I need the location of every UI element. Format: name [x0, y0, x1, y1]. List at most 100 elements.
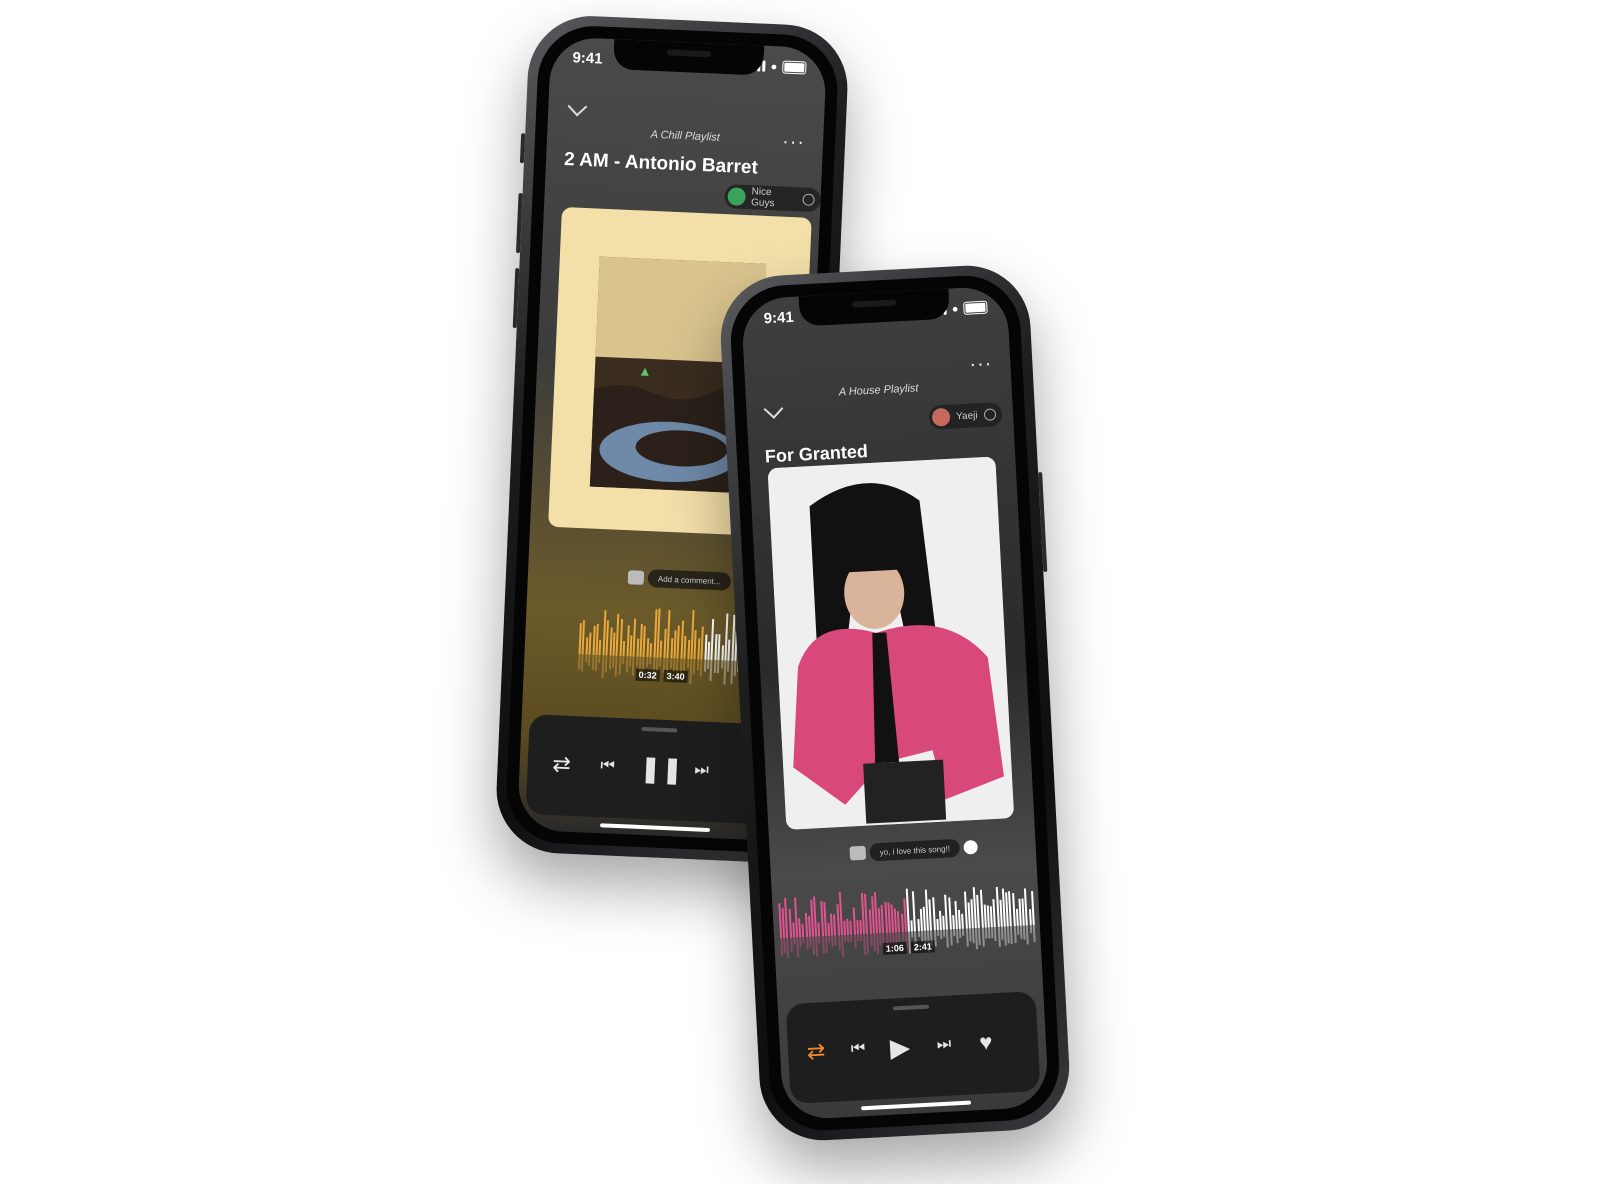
avatar [727, 187, 746, 206]
waveform-reflection [611, 655, 615, 668]
waveform-reflection [939, 929, 943, 940]
waveform-reflection [686, 658, 689, 669]
listener-chip[interactable]: Nice Guys [724, 184, 822, 213]
waveform-reflection [723, 660, 727, 685]
next-icon[interactable]: ⏭ [687, 759, 716, 782]
waveform[interactable] [778, 881, 1036, 959]
playlist-name: A House Playlist [838, 382, 919, 399]
waveform-reflection [1016, 925, 1020, 935]
waveform-reflection [991, 927, 994, 938]
time-display: 0:32 3:40 [635, 668, 688, 683]
waveform-reflection [706, 659, 710, 669]
comment-icon [627, 570, 645, 585]
waveform-reflection [805, 936, 809, 950]
waveform-bar [849, 920, 853, 935]
waveform-reflection [577, 654, 581, 670]
pause-icon[interactable]: ❚❚ [639, 753, 684, 785]
waveform-reflection [635, 656, 639, 666]
playlist-name: A Chill Playlist [650, 128, 721, 144]
elapsed-time: 1:06 [882, 941, 908, 955]
waveform-bar [636, 638, 639, 657]
previous-icon[interactable]: ⏮ [593, 755, 622, 778]
waveform-reflection [860, 934, 863, 942]
waveform-reflection [584, 654, 588, 663]
waveform-bar [947, 897, 952, 930]
waveform-reflection [879, 933, 882, 946]
comment-row[interactable]: yo, i love this song!! [849, 838, 979, 863]
waveform-reflection [604, 655, 608, 673]
song-title: 2 AM - Antonio Barret [563, 149, 759, 179]
comment-row[interactable]: Add a comment... [627, 568, 731, 591]
comment-icon [849, 845, 867, 861]
waveform-reflection [622, 656, 625, 664]
waveform-reflection [631, 656, 635, 676]
waveform-reflection [799, 937, 802, 947]
waveform-reflection [601, 655, 605, 678]
waveform-reflection [588, 654, 591, 666]
waveform-reflection [911, 931, 914, 938]
power-button [1038, 471, 1048, 573]
status-time: 9:41 [572, 49, 603, 68]
status-time: 9:41 [763, 308, 795, 328]
waveform-reflection [808, 936, 812, 948]
listener-chip[interactable]: Yaeji [928, 402, 1003, 430]
waveform-reflection [984, 927, 988, 939]
previous-icon[interactable]: ⏮ [844, 1038, 873, 1061]
shuffle-icon[interactable]: ⇄ [802, 1038, 831, 1064]
waveform-bar [936, 918, 939, 931]
waveform-reflection [693, 659, 696, 674]
avatar [931, 407, 951, 427]
heart-icon[interactable]: ♥ [971, 1029, 1000, 1055]
total-time: 3:40 [663, 669, 688, 683]
waveform-bar [670, 638, 673, 659]
waveform-reflection [853, 934, 857, 949]
waveform-reflection [614, 655, 618, 677]
waveform-reflection [1029, 925, 1032, 934]
waveform-reflection [581, 654, 584, 672]
drag-handle[interactable] [892, 1004, 930, 1011]
waveform-reflection [1032, 924, 1036, 943]
shuffle-icon[interactable]: ⇄ [547, 751, 576, 777]
comment-handle[interactable] [963, 839, 979, 855]
chevron-down-icon[interactable] [567, 96, 588, 117]
waveform-reflection [699, 659, 703, 677]
comment-input[interactable]: Add a comment... [647, 569, 731, 591]
waveform-reflection [649, 657, 652, 665]
album-photo [767, 456, 1015, 830]
waveform-reflection [709, 659, 713, 681]
waveform-reflection [645, 657, 649, 667]
waveform-bar [958, 910, 962, 929]
album-art [767, 456, 1015, 830]
wifi-icon: ● [770, 60, 778, 73]
waveform-bar [938, 911, 942, 930]
waveform-reflection [831, 935, 834, 947]
player-screen: 9:41 ● ··· A House Playlist Yaeji For Gr… [740, 285, 1050, 1121]
waveform-bar [798, 917, 802, 938]
waveform-bar [622, 640, 626, 657]
waveform-reflection [952, 929, 956, 937]
waveform-reflection [901, 931, 905, 941]
waveform-bar [916, 918, 920, 932]
waveform-reflection [598, 655, 601, 663]
mute-switch [519, 133, 526, 164]
waveform-reflection [608, 655, 612, 670]
home-indicator [599, 823, 711, 833]
more-icon[interactable]: ··· [969, 352, 993, 375]
waveform-reflection [936, 930, 940, 936]
next-icon[interactable]: ⏭ [929, 1033, 958, 1056]
play-icon[interactable]: ▶ [885, 1032, 914, 1063]
waveform-reflection [959, 928, 962, 939]
waveform-reflection [594, 654, 598, 671]
add-user-icon[interactable] [802, 193, 815, 206]
waveform-reflection [943, 929, 946, 937]
waveform-bar [707, 641, 711, 660]
waveform-reflection [828, 935, 831, 943]
waveform-reflection [1000, 926, 1004, 941]
waveform-reflection [733, 660, 737, 677]
waveform-reflection [1023, 925, 1026, 940]
drag-handle[interactable] [641, 726, 678, 733]
waveform-reflection [696, 659, 700, 670]
waveform-reflection [850, 934, 853, 942]
waveform-bar [720, 644, 724, 661]
add-user-icon[interactable] [983, 408, 996, 421]
